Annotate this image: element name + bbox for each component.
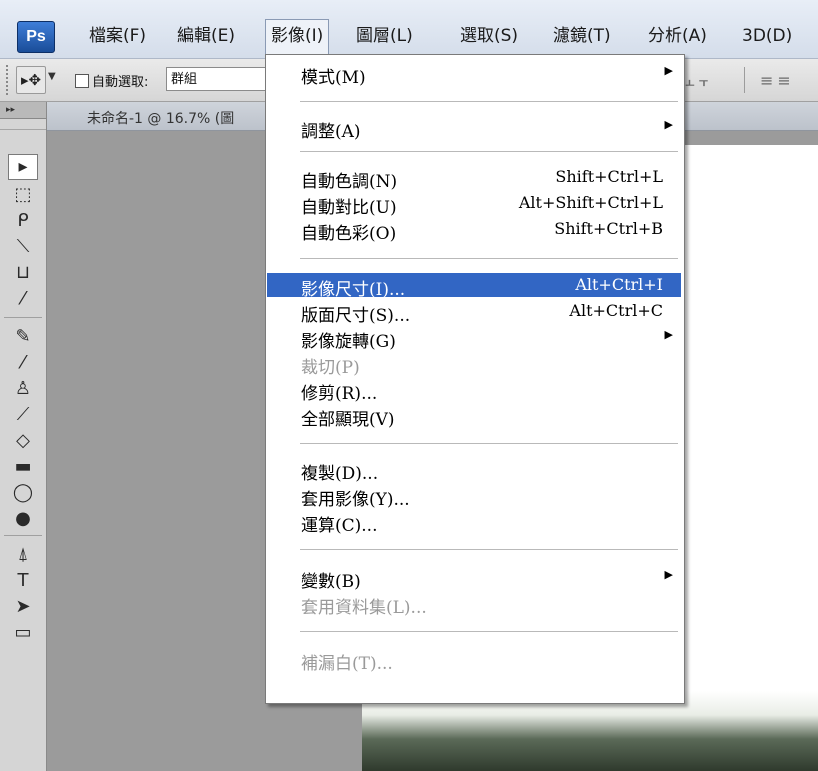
- submenu-arrow-icon: ▶: [664, 328, 673, 341]
- panel-collapse-icon[interactable]: ▸▸: [0, 102, 46, 119]
- move-tool-preset-icon[interactable]: ▸✥: [16, 66, 46, 94]
- panel-grip[interactable]: [0, 119, 46, 130]
- image-menu-dropdown: 模式(M) ▶ 調整(A) ▶ 自動色調(N) Shift+Ctrl+L 自動對…: [265, 54, 685, 704]
- menu-item-auto-contrast[interactable]: 自動對比(U) Alt+Shift+Ctrl+L: [267, 191, 681, 218]
- options-grip[interactable]: [6, 65, 12, 95]
- move-icon[interactable]: ▸: [8, 154, 38, 180]
- menu-item-trap: 補漏白(T)...: [301, 654, 393, 674]
- eyedropper-icon[interactable]: ⁄: [8, 286, 38, 312]
- crop-icon[interactable]: ⊔: [8, 260, 38, 286]
- submenu-arrow-icon: ▶: [664, 568, 673, 581]
- align-icons[interactable]: ⫠⫟: [685, 71, 712, 91]
- document-tab[interactable]: 未命名-1 @ 16.7% (圖: [87, 108, 234, 128]
- autoselect-dropdown[interactable]: 群組: [166, 67, 266, 91]
- menu-analysis[interactable]: 分析(A): [643, 20, 712, 52]
- menu-item-adjustments[interactable]: 調整(A) ▶: [267, 115, 681, 142]
- menu-separator: [300, 631, 678, 632]
- menu-separator: [300, 549, 678, 550]
- menu-file[interactable]: 檔案(F): [84, 20, 151, 52]
- menu-separator: [300, 443, 678, 444]
- quick-select-icon[interactable]: ⟍: [8, 234, 38, 260]
- menu-separator: [300, 101, 678, 102]
- menu-filter[interactable]: 濾鏡(T): [548, 20, 616, 52]
- menu-separator: [300, 258, 678, 259]
- clone-stamp-icon[interactable]: ♙: [8, 376, 38, 402]
- shape-icon[interactable]: ▭: [8, 620, 38, 646]
- menu-item-mode[interactable]: 模式(M) ▶: [267, 61, 681, 88]
- photoshop-logo: Ps: [17, 21, 55, 53]
- menu-item-apply-data-set: 套用資料集(L)...: [301, 598, 427, 618]
- autoselect-checkbox[interactable]: [75, 74, 89, 88]
- autoselect-label: 自動選取:: [92, 75, 149, 90]
- path-select-icon[interactable]: ➤: [8, 594, 38, 620]
- menu-item-auto-color[interactable]: 自動色彩(O) Shift+Ctrl+B: [267, 217, 681, 244]
- menu-item-auto-tone[interactable]: 自動色調(N) Shift+Ctrl+L: [267, 165, 681, 192]
- menu-item-apply-image[interactable]: 套用影像(Y)...: [267, 483, 681, 510]
- marquee-icon[interactable]: ⬚: [8, 182, 38, 208]
- menu-item-trim[interactable]: 修剪(R)...: [267, 377, 681, 404]
- pen-icon[interactable]: ⍋: [8, 542, 38, 568]
- menu-item-image-rotation[interactable]: 影像旋轉(G) ▶: [267, 325, 681, 352]
- menu-item-crop: 裁切(P): [301, 358, 360, 378]
- lasso-icon[interactable]: ᑭ: [8, 208, 38, 234]
- options-divider: [744, 67, 745, 93]
- menu-bar: Ps 檔案(F) 編輯(E) 影像(I) 圖層(L) 選取(S) 濾鏡(T) 分…: [0, 0, 818, 59]
- chevron-down-icon[interactable]: ▼: [48, 71, 56, 82]
- type-icon[interactable]: T: [8, 568, 38, 594]
- menu-select[interactable]: 選取(S): [455, 20, 523, 52]
- tool-separator: [4, 317, 42, 318]
- menu-layer[interactable]: 圖層(L): [351, 20, 418, 52]
- menu-edit[interactable]: 編輯(E): [172, 20, 240, 52]
- dodge-icon[interactable]: ●: [8, 506, 38, 532]
- menu-item-duplicate[interactable]: 複製(D)...: [267, 457, 681, 484]
- tool-panel: ▸▸ ▸ ⬚ ᑭ ⟍ ⊔ ⁄ ✎ ⁄ ♙ ⟋ ◇ ▬ ◯ ● ⍋ T ➤ ▭: [0, 102, 47, 771]
- menu-3d[interactable]: 3D(D): [737, 20, 797, 52]
- menu-item-canvas-size[interactable]: 版面尺寸(S)... Alt+Ctrl+C: [267, 299, 681, 326]
- eraser-icon[interactable]: ◇: [8, 428, 38, 454]
- healing-brush-icon[interactable]: ✎: [8, 324, 38, 350]
- menu-image[interactable]: 影像(I): [265, 19, 330, 59]
- history-brush-icon[interactable]: ⟋: [8, 402, 38, 428]
- distribute-icons[interactable]: ≡≡: [760, 71, 795, 90]
- brush-icon[interactable]: ⁄: [8, 350, 38, 376]
- menu-item-calculations[interactable]: 運算(C)...: [267, 509, 681, 536]
- menu-separator: [300, 151, 678, 152]
- submenu-arrow-icon: ▶: [664, 64, 673, 77]
- gradient-icon[interactable]: ▬: [8, 454, 38, 480]
- menu-item-image-size[interactable]: 影像尺寸(I)... Alt+Ctrl+I: [267, 273, 681, 300]
- menu-item-reveal-all[interactable]: 全部顯現(V): [267, 403, 681, 430]
- blur-icon[interactable]: ◯: [8, 480, 38, 506]
- submenu-arrow-icon: ▶: [664, 118, 673, 131]
- tool-separator: [4, 535, 42, 536]
- menu-item-variables[interactable]: 變數(B) ▶: [267, 565, 681, 592]
